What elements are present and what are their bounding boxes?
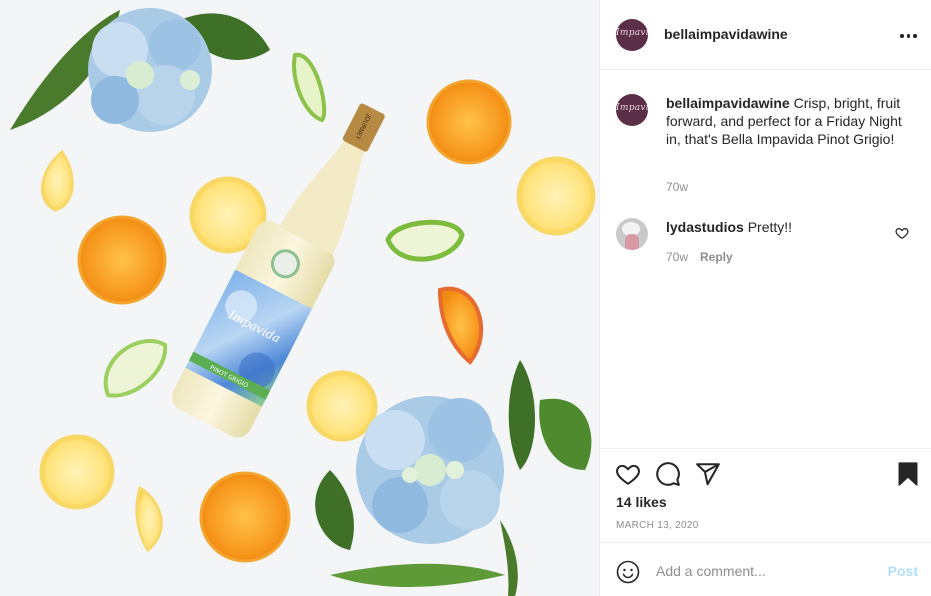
- post-photo[interactable]: JOURNEY Impavida PINOT GRIGIO: [0, 0, 599, 596]
- avatar-monogram: Impavida: [616, 103, 648, 113]
- heart-icon[interactable]: [615, 461, 641, 487]
- avatar[interactable]: Impavida: [616, 19, 648, 51]
- bookmark-icon[interactable]: [895, 461, 921, 487]
- caption-username[interactable]: bellaimpavidawine: [666, 95, 790, 111]
- wine-flatlay-image: JOURNEY Impavida PINOT GRIGIO: [10, 8, 596, 596]
- smiley-icon[interactable]: [616, 560, 640, 584]
- paper-plane-icon[interactable]: [695, 461, 721, 487]
- comment-text: Pretty!!: [747, 219, 793, 235]
- comment-username[interactable]: lydastudios: [666, 219, 744, 235]
- hydrangea-top: [88, 8, 212, 132]
- hydrangea-bottom: [356, 396, 504, 544]
- likes-count[interactable]: 14 likes: [616, 494, 667, 510]
- post-username[interactable]: bellaimpavidawine: [664, 26, 788, 42]
- caption-meta: 70w: [666, 180, 688, 194]
- comment-time[interactable]: 70w: [666, 250, 688, 264]
- post-comment-button[interactable]: Post: [888, 563, 918, 579]
- post-date[interactable]: MARCH 13, 2020: [616, 520, 699, 531]
- caption-time[interactable]: 70w: [666, 180, 688, 194]
- comment-bubble-icon[interactable]: [655, 461, 681, 487]
- more-options-icon[interactable]: [900, 27, 918, 43]
- commenter-avatar[interactable]: [616, 218, 648, 250]
- comment-meta: 70w Reply: [666, 250, 733, 264]
- post-actions: 14 likes MARCH 13, 2020: [600, 448, 931, 542]
- comment-like-heart-icon[interactable]: [895, 226, 909, 240]
- add-comment-input[interactable]: Add a comment...: [656, 563, 766, 579]
- caption-text-block: bellaimpavidawine Crisp, bright, fruit f…: [666, 94, 914, 148]
- post-header: Impavida bellaimpavidawine: [600, 0, 931, 70]
- comment-text-block: lydastudios Pretty!!: [666, 218, 914, 236]
- reply-button[interactable]: Reply: [700, 250, 733, 264]
- add-comment-bar: Add a comment... Post: [600, 542, 931, 596]
- avatar-monogram: Impavida: [616, 28, 648, 38]
- post-sidebar: Impavida bellaimpavidawine Impavida bell…: [599, 0, 931, 596]
- caption-avatar[interactable]: Impavida: [616, 94, 648, 126]
